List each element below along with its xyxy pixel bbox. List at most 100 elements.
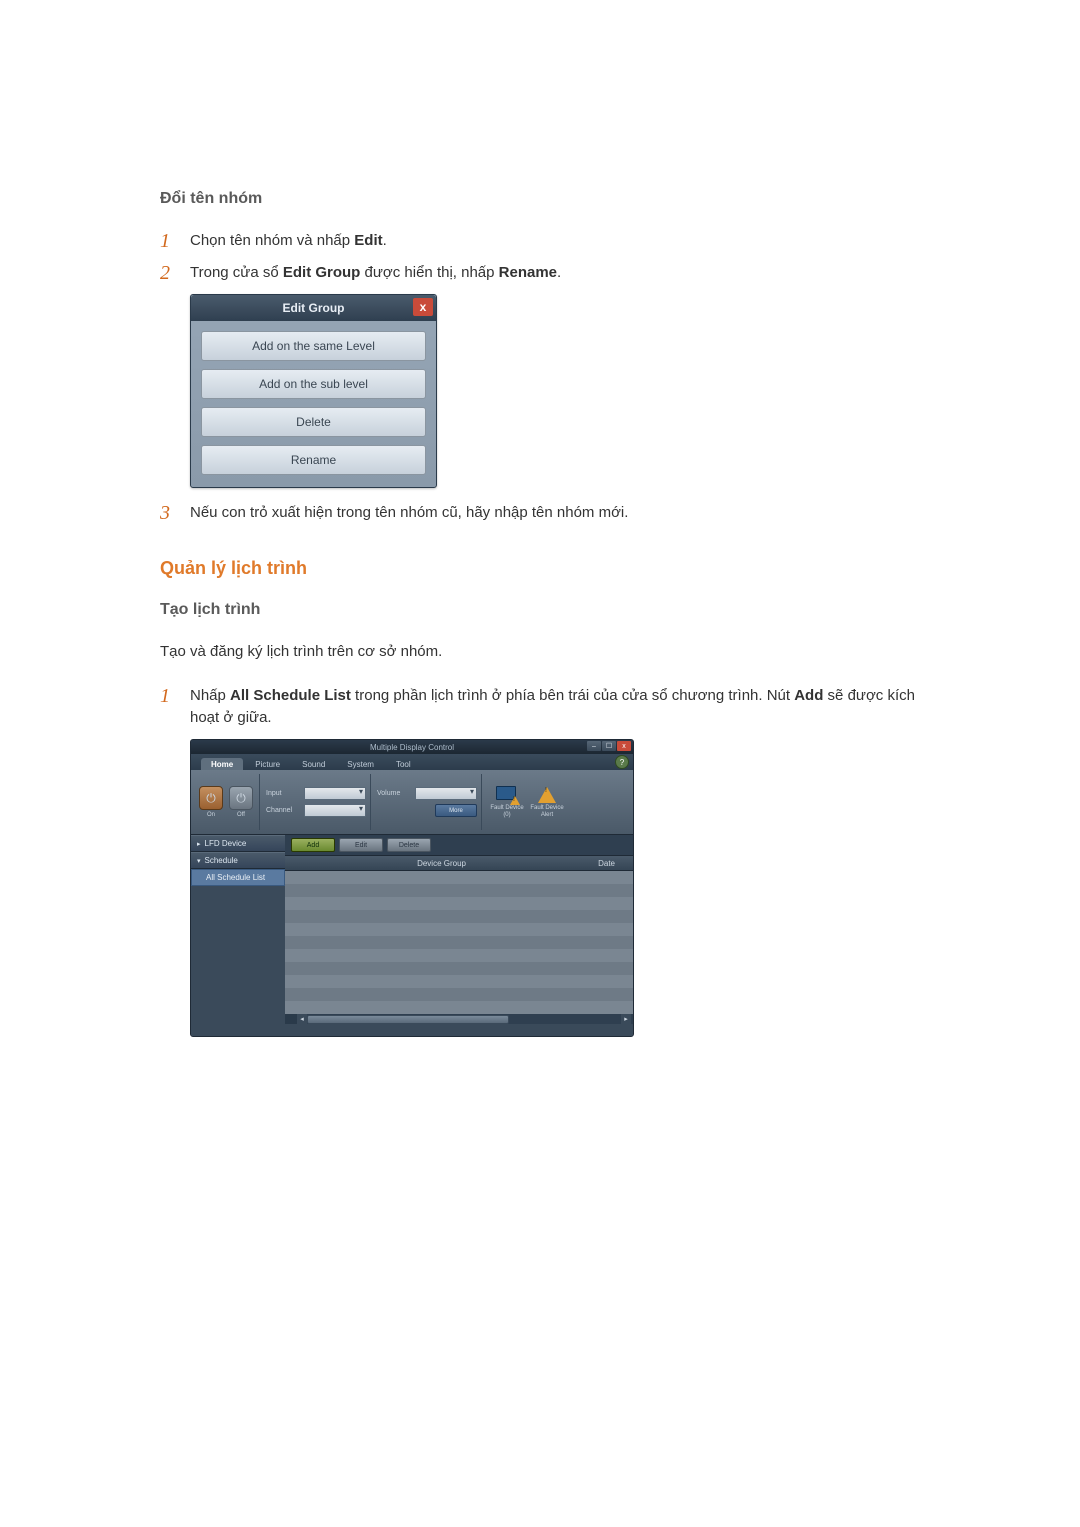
tab-tool[interactable]: Tool <box>386 758 421 770</box>
maximize-icon[interactable]: ☐ <box>602 741 616 751</box>
add-sub-level-button[interactable]: Add on the sub level <box>201 369 426 399</box>
sidebar-item-all-schedule-list[interactable]: All Schedule List <box>191 869 285 886</box>
step-3: 3 Nếu con trỏ xuất hiện trong tên nhóm c… <box>160 502 920 524</box>
schedule-step-1: 1 Nhấp All Schedule List trong phần lịch… <box>160 685 920 729</box>
dialog-titlebar[interactable]: Edit Group x <box>191 295 436 321</box>
heading-create-schedule: Tạo lịch trình <box>160 601 920 619</box>
action-bar: Add Edit Delete <box>285 835 633 856</box>
scroll-thumb[interactable] <box>307 1015 509 1024</box>
mdc-window: Multiple Display Control – ☐ x Home Pict… <box>190 739 634 1037</box>
step-number: 1 <box>160 685 190 707</box>
table-row <box>285 923 633 936</box>
dialog-title: Edit Group <box>283 301 345 315</box>
fault-alert-button[interactable]: Fault Device Alert <box>528 786 566 818</box>
close-icon[interactable]: x <box>413 298 433 316</box>
table-row <box>285 936 633 949</box>
step-text-fragment: Nhấp <box>190 687 230 704</box>
ribbon-group-input: Input Channel <box>262 774 371 830</box>
step-text-fragment: Chọn tên nhóm và nhấp <box>190 232 354 249</box>
mdc-body: ▸ LFD Device ▾ Schedule All Schedule Lis… <box>191 835 633 1036</box>
power-off-label: Off <box>237 812 245 818</box>
rename-button[interactable]: Rename <box>201 445 426 475</box>
warning-icon <box>536 786 558 804</box>
add-button[interactable]: Add <box>291 838 335 852</box>
channel-select[interactable] <box>304 804 366 817</box>
fault-device-button[interactable]: Fault Device(0) <box>488 786 526 818</box>
table-header: Device Group Date <box>285 856 633 871</box>
channel-select-row: Channel <box>266 804 366 817</box>
ribbon-group-volume: Volume More <box>373 774 482 830</box>
bold-edit-group: Edit Group <box>283 264 361 281</box>
step-text: Nhấp All Schedule List trong phần lịch t… <box>190 685 920 729</box>
edit-button[interactable]: Edit <box>339 838 383 852</box>
chevron-down-icon: ▾ <box>197 857 201 865</box>
table-row <box>285 1001 633 1014</box>
sidebar-label-lfd: LFD Device <box>205 839 247 848</box>
delete-button[interactable]: Delete <box>387 838 431 852</box>
fault-alert-label: Fault Device Alert <box>528 805 566 818</box>
more-row: More <box>377 804 477 817</box>
minimize-icon[interactable]: – <box>587 741 601 751</box>
table-row <box>285 975 633 988</box>
step-text-fragment: trong phần lịch trình ở phía bên trái củ… <box>351 687 794 704</box>
monitor-warning-icon <box>496 786 518 804</box>
volume-select[interactable] <box>415 787 477 800</box>
table-row <box>285 871 633 884</box>
step-number: 1 <box>160 230 190 252</box>
step-number: 3 <box>160 502 190 524</box>
more-button[interactable]: More <box>435 804 477 817</box>
tab-system[interactable]: System <box>337 758 384 770</box>
power-off-button[interactable]: ⏻ Off <box>227 786 255 818</box>
sidebar-spacer <box>191 886 285 1036</box>
scroll-right-icon[interactable]: ▸ <box>621 1014 631 1024</box>
scroll-left-icon[interactable]: ◂ <box>297 1014 307 1024</box>
heading-schedule-management: Quản lý lịch trình <box>160 558 920 579</box>
sidebar-label-schedule: Schedule <box>205 856 238 865</box>
table-row <box>285 962 633 975</box>
mdc-title: Multiple Display Control <box>370 743 454 752</box>
step-text: Trong cửa sổ Edit Group được hiển thị, n… <box>190 262 561 284</box>
input-select-row: Input <box>266 787 366 800</box>
table-row <box>285 949 633 962</box>
bold-edit: Edit <box>354 232 382 249</box>
table-row <box>285 884 633 897</box>
sidebar-section-schedule[interactable]: ▾ Schedule <box>191 852 285 869</box>
delete-button[interactable]: Delete <box>201 407 426 437</box>
mdc-sidebar: ▸ LFD Device ▾ Schedule All Schedule Lis… <box>191 835 285 1036</box>
heading-rename-group: Đổi tên nhóm <box>160 190 920 208</box>
th-date: Date <box>598 859 615 868</box>
power-icon: ⏻ <box>229 786 253 810</box>
help-icon[interactable]: ? <box>615 755 629 769</box>
step-text: Nếu con trỏ xuất hiện trong tên nhóm cũ,… <box>190 502 628 524</box>
step-2: 2 Trong cửa sổ Edit Group được hiển thị,… <box>160 262 920 284</box>
step-text: Chọn tên nhóm và nhấp Edit. <box>190 230 387 252</box>
ribbon-group-fault: Fault Device(0) Fault Device Alert <box>484 774 570 830</box>
power-icon: ⏻ <box>199 786 223 810</box>
edit-group-dialog: Edit Group x Add on the same Level Add o… <box>190 294 437 488</box>
mdc-main: Add Edit Delete Device Group Date ◂ ▸ <box>285 835 633 1036</box>
ribbon: ⏻ On ⏻ Off Input Channel <box>191 770 633 835</box>
input-select[interactable] <box>304 787 366 800</box>
power-on-label: On <box>207 812 215 818</box>
table-row <box>285 910 633 923</box>
table-row <box>285 988 633 1001</box>
power-on-button[interactable]: ⏻ On <box>197 786 225 818</box>
close-icon[interactable]: x <box>617 741 631 751</box>
mdc-titlebar[interactable]: Multiple Display Control – ☐ x <box>191 740 633 754</box>
step-text-fragment: được hiển thị, nhấp <box>360 264 498 281</box>
table-row <box>285 897 633 910</box>
tab-sound[interactable]: Sound <box>292 758 335 770</box>
ribbon-group-power: ⏻ On ⏻ Off <box>193 774 260 830</box>
sidebar-section-lfd[interactable]: ▸ LFD Device <box>191 835 285 852</box>
create-schedule-desc: Tạo và đăng ký lịch trình trên cơ sở nhó… <box>160 641 920 663</box>
chevron-right-icon: ▸ <box>197 840 201 848</box>
add-same-level-button[interactable]: Add on the same Level <box>201 331 426 361</box>
fault-device-label: Fault Device(0) <box>490 805 523 818</box>
table-rows <box>285 871 633 1014</box>
step-text-fragment: . <box>557 264 561 281</box>
step-text-fragment: . <box>383 232 387 249</box>
channel-label: Channel <box>266 807 300 814</box>
tab-picture[interactable]: Picture <box>245 758 290 770</box>
horizontal-scrollbar[interactable]: ◂ ▸ <box>285 1014 633 1024</box>
tab-home[interactable]: Home <box>201 758 243 770</box>
